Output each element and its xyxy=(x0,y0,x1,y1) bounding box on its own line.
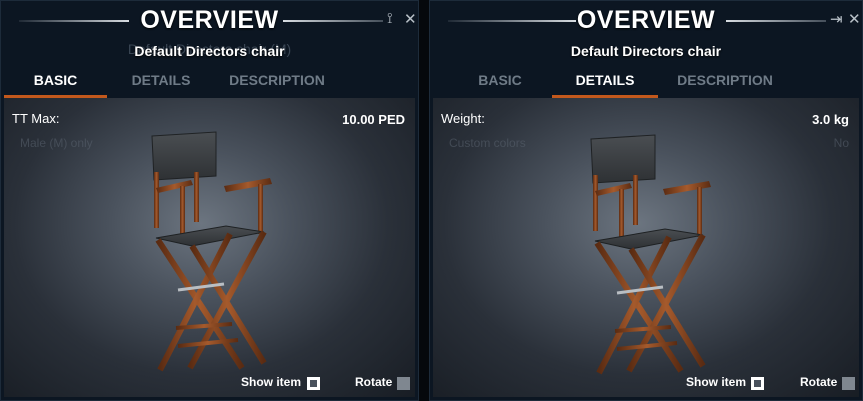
tab-details[interactable]: DETAILS xyxy=(111,67,211,98)
rotate-label: Rotate xyxy=(800,375,838,389)
overview-panel-left: OVERVIEW ⟟ ✕ Default Directors chair (M)… xyxy=(0,0,419,401)
faded-label: Male (M) only xyxy=(20,136,93,150)
rotate-checkbox[interactable] xyxy=(842,377,855,390)
panel-header[interactable]: OVERVIEW ⇥ ✕ xyxy=(430,1,862,41)
show-item-label: Show item xyxy=(686,375,747,389)
tab-basic[interactable]: BASIC xyxy=(4,67,107,98)
show-item-label: Show item xyxy=(241,375,302,389)
overview-panel-right: OVERVIEW ⇥ ✕ Default Directors chair BAS… xyxy=(429,0,863,401)
panel-header[interactable]: OVERVIEW ⟟ ✕ xyxy=(1,1,418,41)
tab-basic[interactable]: BASIC xyxy=(450,67,550,98)
stat-value: 3.0 kg xyxy=(812,112,849,127)
item-name: Default Directors chair xyxy=(570,43,722,59)
directors-chair-image xyxy=(146,128,286,378)
tab-description[interactable]: DESCRIPTION xyxy=(215,67,339,98)
item-preview[interactable]: Weight: 3.0 kg Custom colors No Show ite… xyxy=(433,98,859,397)
show-item-checkbox[interactable] xyxy=(307,377,320,390)
stat-label: TT Max: xyxy=(12,111,60,126)
rotate-label: Rotate xyxy=(355,375,393,389)
panel-title: OVERVIEW xyxy=(576,6,716,34)
close-icon[interactable]: ✕ xyxy=(404,10,417,28)
directors-chair-image xyxy=(585,131,725,381)
close-icon[interactable]: ✕ xyxy=(848,10,861,28)
tab-bar: BASIC DETAILS DESCRIPTION xyxy=(1,67,418,98)
panel-title: OVERVIEW xyxy=(140,6,279,34)
tab-bar: BASIC DETAILS DESCRIPTION xyxy=(430,67,862,98)
pin-icon[interactable]: ⟟ xyxy=(387,10,393,27)
stat-value: 10.00 PED xyxy=(342,112,405,127)
show-item-checkbox[interactable] xyxy=(751,377,764,390)
faded-label: Custom colors xyxy=(449,136,526,150)
rotate-checkbox[interactable] xyxy=(397,377,410,390)
faded-value: No xyxy=(833,136,849,150)
item-name: Default Directors chair xyxy=(134,43,285,59)
stat-label: Weight: xyxy=(441,111,485,126)
tab-details[interactable]: DETAILS xyxy=(552,67,658,98)
pin-icon[interactable]: ⇥ xyxy=(830,10,843,28)
item-preview[interactable]: TT Max: 10.00 PED Male (M) only Show ite… xyxy=(4,98,415,397)
tab-description[interactable]: DESCRIPTION xyxy=(662,67,788,98)
